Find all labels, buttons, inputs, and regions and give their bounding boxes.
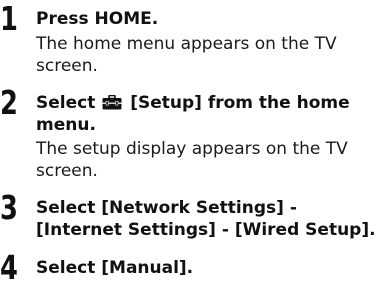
step-number: 3	[0, 188, 18, 227]
step-title: Select [Manual].	[36, 257, 372, 279]
step-title-line: Select [Manual].	[36, 258, 194, 278]
step-description-line: The home menu appears on the TV	[36, 34, 337, 54]
step-description-line: The setup display appears on the TV	[36, 139, 348, 159]
step-title-line: [Internet Settings] - [Wired Setup].	[36, 220, 376, 240]
step-title-line: menu.	[36, 115, 96, 135]
step-description-line: screen.	[36, 161, 98, 181]
step-description-line: screen.	[36, 56, 98, 76]
step-title-suffix: [Setup] from the home	[130, 93, 350, 113]
step-number: 1	[0, 0, 18, 38]
step-title: Select [Setup] from the home menu.	[36, 92, 372, 136]
step-number: 2	[0, 83, 18, 122]
step-number: 4	[0, 248, 18, 287]
step-title: Press HOME.	[36, 8, 372, 30]
toolbox-icon	[102, 95, 122, 110]
step-title: Select [Network Settings] - [Internet Se…	[36, 197, 376, 241]
step-title-line: Select [Setup] from the home	[36, 92, 372, 114]
step-title-line: Press HOME.	[36, 9, 159, 29]
step-description: The home menu appears on the TV screen.	[36, 33, 372, 77]
step-title-prefix: Select	[36, 93, 96, 113]
step-description: The setup display appears on the TV scre…	[36, 138, 372, 182]
step-title-line: Select [Network Settings] -	[36, 198, 297, 218]
